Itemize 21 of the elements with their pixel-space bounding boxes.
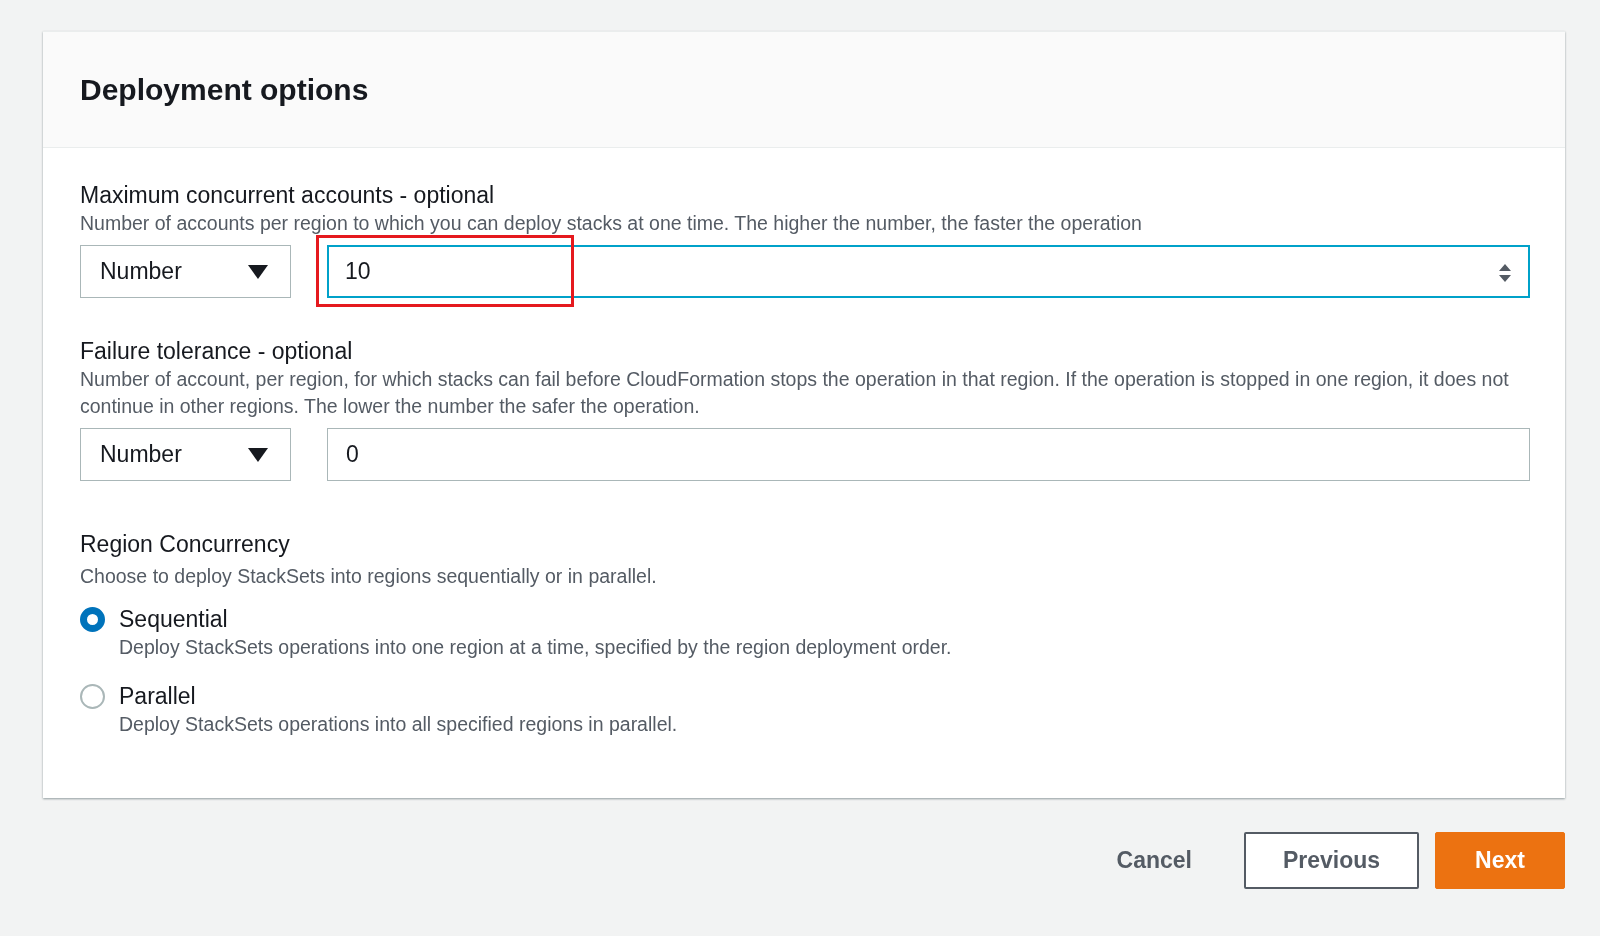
caret-icon [248,264,268,279]
radio-button[interactable] [80,606,105,632]
action-button[interactable]: Previous [1244,832,1419,889]
number-field[interactable]: 0 [327,428,1530,481]
number-field[interactable]: 10 [327,245,1530,298]
option-label[interactable]: Parallel [119,681,196,711]
field-description: Number of account, per region, for which stacks can fail before CloudFormation stops the operation in that region. If the operation is stopped in one region, it does not continue in other regions. The lower the number the safer the operation. [80,367,1510,419]
field-label: Failure tolerance - optional [80,337,354,366]
panel-title: Deployment options [80,71,369,108]
cancel-link[interactable]: Cancel [1080,843,1228,878]
caret-icon [248,447,268,462]
field-label: Maximum concurrent accounts - optional [80,181,496,210]
radio-button[interactable] [80,683,105,709]
section-description: Choose to deploy StackSets into regions sequentially or in parallel. [80,564,658,589]
field-description: Number of accounts per region to which you can deploy stacks at one time. The higher the number, the faster the operation [80,211,1143,236]
section-label: Region Concurrency [80,530,291,559]
option-description: Deploy StackSets operations into one region at a time, specified by the region deployment order. [119,636,952,658]
type-dropdown[interactable]: Number [80,245,291,298]
type-dropdown[interactable]: Number [80,428,291,481]
option-description: Deploy StackSets operations into all specified regions in parallel. [119,713,678,735]
option-label[interactable]: Sequential [119,604,228,634]
